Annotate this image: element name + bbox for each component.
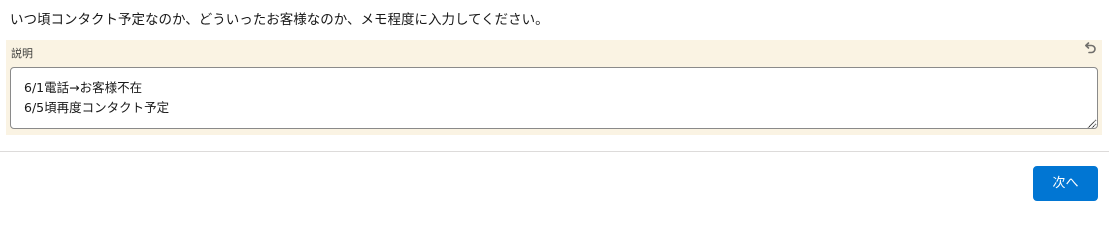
- description-textarea[interactable]: 6/1電話→お客様不在 6/5頃再度コンタクト予定: [10, 67, 1098, 129]
- description-line: 6/1電話→お客様不在: [24, 80, 143, 95]
- undo-icon[interactable]: [1082, 41, 1098, 57]
- description-line: 6/5頃再度コンタクト予定: [24, 100, 170, 115]
- resize-handle-icon[interactable]: [1085, 116, 1095, 128]
- instruction-text: いつ頃コンタクト予定なのか、どういったお客様なのか、メモ程度に入力してください。: [10, 12, 549, 28]
- footer-divider: [0, 151, 1109, 152]
- next-button[interactable]: 次へ: [1033, 166, 1098, 201]
- description-field: 説明 6/1電話→お客様不在 6/5頃再度コンタクト予定: [6, 40, 1102, 135]
- description-label: 説明: [11, 47, 33, 60]
